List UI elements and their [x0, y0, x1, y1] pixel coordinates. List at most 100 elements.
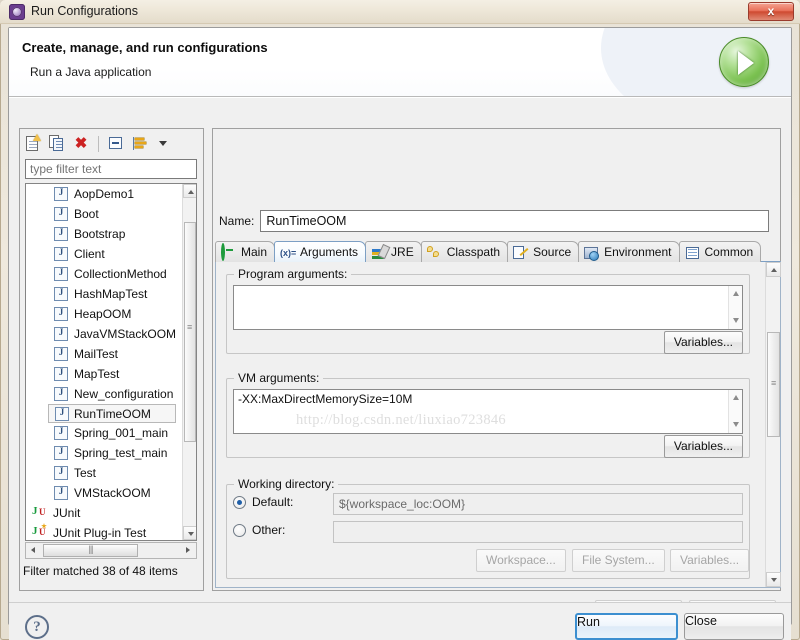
tree-items-list: AopDemo1 Boot Bootstrap Client	[26, 184, 182, 540]
tab-classpath[interactable]: Classpath	[420, 241, 509, 262]
working-directory-other-row: Other:	[233, 523, 285, 537]
program-arguments-textarea[interactable]	[233, 285, 743, 330]
help-question-icon[interactable]: ?	[25, 615, 49, 639]
list-item[interactable]: MapTest	[26, 364, 182, 384]
radio-default-label: Default:	[252, 495, 294, 509]
vm-arguments-label: VM arguments:	[234, 371, 324, 385]
list-item[interactable]: Bootstrap	[26, 224, 182, 244]
filter-status-text: Filter matched 38 of 48 items	[23, 564, 178, 578]
tab-common[interactable]: Common	[678, 241, 762, 262]
java-application-icon	[54, 267, 68, 281]
delete-red-x-icon: ✖	[74, 135, 88, 152]
tab-label: Common	[704, 245, 754, 259]
scroll-right-icon[interactable]	[181, 543, 196, 558]
list-item[interactable]: Test	[26, 463, 182, 483]
radio-other-label: Other:	[252, 523, 286, 537]
list-item-label: JavaVMStackOOM	[74, 327, 177, 341]
tree-vertical-scrollbar[interactable]	[182, 184, 196, 540]
scroll-down-icon[interactable]	[183, 526, 196, 540]
new-configuration-button[interactable]	[22, 133, 44, 154]
list-item[interactable]: Spring_001_main	[26, 423, 182, 443]
list-item[interactable]: CollectionMethod	[26, 264, 182, 284]
tree-root-junit-plugin[interactable]: JU JUnit Plug-in Test	[26, 523, 182, 540]
scroll-down-icon[interactable]	[766, 572, 781, 587]
tab-label: JRE	[391, 245, 414, 259]
dialog-client-area: Create, manage, and run configurations R…	[8, 27, 792, 640]
list-item-label: MapTest	[74, 367, 120, 381]
program-arguments-scrollbar[interactable]	[728, 286, 742, 329]
collapse-all-button[interactable]	[105, 133, 127, 154]
window-close-button[interactable]: x	[748, 2, 794, 21]
configurations-tree[interactable]: AopDemo1 Boot Bootstrap Client	[25, 183, 197, 541]
filter-button[interactable]	[129, 133, 151, 154]
title-bar: Run Configurations x	[0, 0, 800, 24]
main-tab-icon	[221, 242, 237, 261]
java-application-icon	[54, 207, 68, 221]
tree-root-label: JUnit	[53, 506, 81, 520]
java-application-icon	[54, 486, 68, 500]
tab-source[interactable]: Source	[507, 241, 580, 262]
common-tab-icon	[685, 245, 701, 260]
file-system-button[interactable]: File System...	[572, 549, 665, 572]
scroll-left-icon[interactable]	[26, 543, 41, 558]
vm-arguments-variables-button[interactable]: Variables...	[663, 435, 743, 458]
scroll-down-icon[interactable]	[729, 313, 742, 329]
list-item-selected[interactable]: RunTimeOOM	[48, 404, 176, 423]
name-label: Name:	[219, 214, 255, 228]
tab-label: Source	[533, 245, 572, 259]
list-item[interactable]: New_configuration	[26, 384, 182, 404]
search-input[interactable]	[25, 159, 197, 179]
list-item[interactable]: Spring_test_main	[26, 443, 182, 463]
view-menu-button[interactable]	[153, 133, 175, 154]
scrollbar-thumb[interactable]	[184, 222, 196, 442]
java-application-icon	[54, 287, 68, 301]
list-item-label: MailTest	[74, 347, 119, 361]
tree-horizontal-scrollbar[interactable]	[25, 542, 197, 559]
duplicate-icon-front	[53, 138, 63, 151]
java-application-icon	[54, 227, 68, 241]
tab-environment[interactable]: Environment	[578, 241, 680, 262]
list-item-label: Spring_test_main	[74, 446, 168, 460]
program-arguments-variables-button[interactable]: Variables...	[663, 331, 743, 354]
list-item[interactable]: HashMapTest	[26, 284, 182, 304]
tree-root-junit[interactable]: JU JUnit	[26, 503, 182, 523]
list-item[interactable]: MailTest	[26, 344, 182, 364]
duplicate-configuration-button[interactable]	[46, 133, 68, 154]
run-button[interactable]: Run	[575, 613, 678, 640]
workspace-button[interactable]: Workspace...	[476, 549, 566, 572]
scrollbar-thumb[interactable]	[767, 332, 780, 437]
tab-label: Main	[241, 245, 268, 259]
list-item-label: CollectionMethod	[74, 267, 167, 281]
working-directory-group: Working directory: Default: ${workspace_…	[226, 477, 750, 579]
radio-other[interactable]	[233, 523, 246, 537]
working-directory-variables-button[interactable]: Variables...	[670, 549, 750, 572]
working-directory-other-input[interactable]	[333, 521, 743, 543]
list-item[interactable]: Client	[26, 244, 182, 264]
list-item[interactable]: AopDemo1	[26, 184, 182, 204]
vm-arguments-group: VM arguments: -XX:MaxDirectMemorySize=10…	[226, 371, 750, 458]
list-item[interactable]: HeapOOM	[26, 304, 182, 324]
content-vertical-scrollbar[interactable]	[765, 262, 781, 587]
scrollbar-thumb-horizontal[interactable]	[43, 544, 138, 557]
configuration-name-input[interactable]	[260, 210, 770, 232]
delete-configuration-button[interactable]: ✖	[70, 133, 92, 154]
scroll-up-icon[interactable]	[729, 286, 742, 302]
java-application-icon	[54, 187, 68, 201]
window-title: Run Configurations	[31, 4, 139, 18]
radio-default[interactable]	[233, 495, 246, 509]
list-item[interactable]: Boot	[26, 204, 182, 224]
vm-arguments-scrollbar[interactable]	[728, 390, 742, 433]
scroll-up-icon[interactable]	[729, 390, 742, 406]
tab-arguments[interactable]: (x)= Arguments	[274, 241, 367, 262]
tab-main[interactable]: Main	[215, 241, 276, 262]
vm-arguments-textarea[interactable]: -XX:MaxDirectMemorySize=10M http://blog.…	[233, 389, 743, 434]
scroll-down-icon[interactable]	[729, 417, 742, 433]
scroll-up-icon[interactable]	[183, 184, 196, 198]
scroll-up-icon[interactable]	[766, 262, 781, 277]
close-button[interactable]: Close	[684, 613, 784, 640]
list-item[interactable]: VMStackOOM	[26, 483, 182, 503]
java-application-icon	[54, 466, 68, 480]
list-item[interactable]: JavaVMStackOOM	[26, 324, 182, 344]
program-arguments-label: Program arguments:	[234, 267, 352, 281]
tab-jre[interactable]: JRE	[365, 241, 422, 262]
